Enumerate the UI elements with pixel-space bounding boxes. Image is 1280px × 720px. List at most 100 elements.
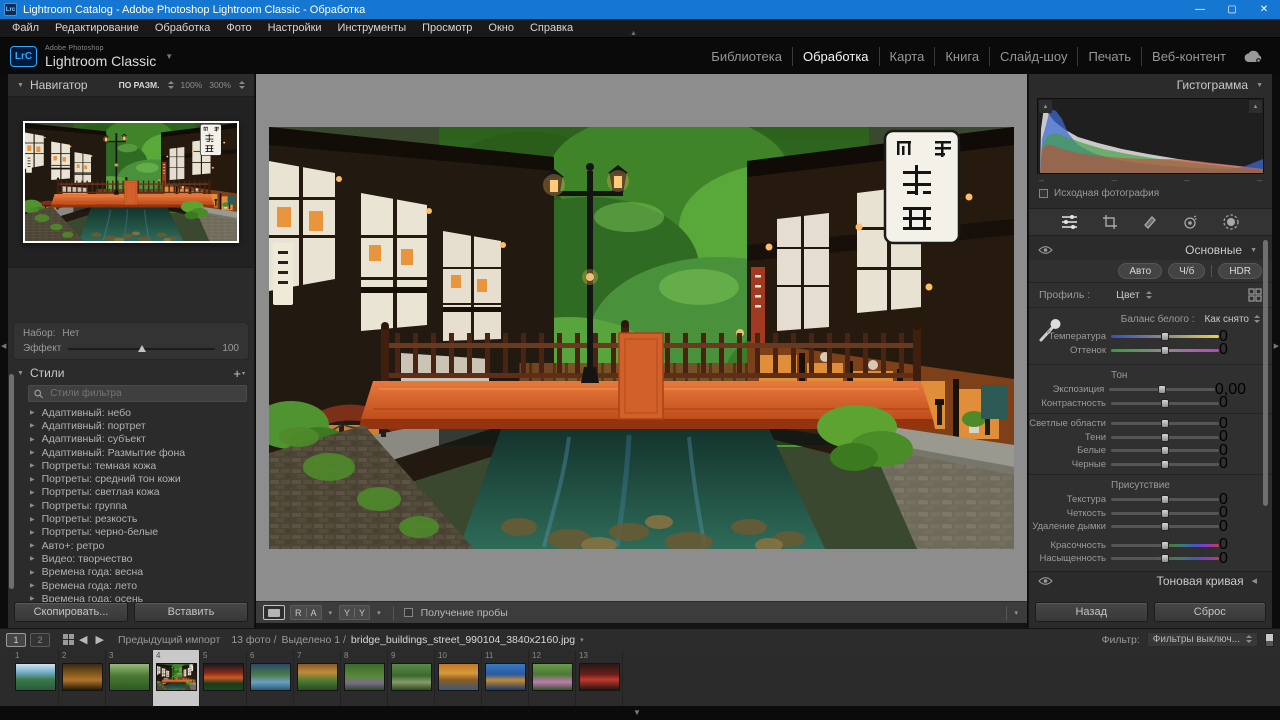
masking-icon[interactable] bbox=[1222, 213, 1240, 231]
loupe-view-button[interactable] bbox=[263, 605, 285, 620]
style-group[interactable]: ▶Адаптивный: портрет bbox=[8, 419, 254, 432]
filmstrip-cell[interactable]: 2 bbox=[59, 650, 106, 706]
tone-curve-header[interactable]: Тоновая кривая ◀ bbox=[1029, 571, 1272, 591]
right-panel-scrollbar[interactable] bbox=[1263, 240, 1268, 506]
slider-thumb[interactable] bbox=[1161, 433, 1169, 442]
slider-thumb[interactable] bbox=[1161, 346, 1169, 355]
photo-thumbnail[interactable] bbox=[297, 663, 338, 691]
left-panel-collapse-icon[interactable]: ◀ bbox=[1, 342, 6, 350]
paste-button[interactable]: Вставить bbox=[134, 602, 248, 622]
saturation-slider[interactable] bbox=[1111, 557, 1219, 560]
right-panel-collapse-icon[interactable]: ▶ bbox=[1274, 342, 1279, 350]
back-button[interactable]: Назад bbox=[1035, 602, 1148, 622]
highlight-clipping-icon[interactable]: ▲ bbox=[1249, 100, 1262, 113]
styles-header[interactable]: ▼ Стили +▾ bbox=[8, 362, 254, 384]
zoom-300-option[interactable]: 300% bbox=[209, 80, 231, 90]
module-slideshow[interactable]: Слайд-шоу bbox=[990, 47, 1078, 66]
slider-thumb[interactable] bbox=[1161, 509, 1169, 518]
photo-thumbnail[interactable] bbox=[156, 663, 197, 691]
reference-view-caret-icon[interactable]: ▾ bbox=[329, 609, 333, 617]
filmstrip-cell-selected[interactable]: 4 bbox=[153, 650, 200, 706]
menu-help[interactable]: Справка bbox=[522, 22, 581, 34]
grid-view-icon[interactable] bbox=[62, 633, 75, 646]
shadow-clipping-icon[interactable]: ▲ bbox=[1039, 100, 1052, 113]
histogram-plot[interactable]: ▲ ▲ bbox=[1037, 98, 1264, 174]
slider-thumb[interactable] bbox=[1161, 399, 1169, 408]
menu-settings[interactable]: Настройки bbox=[260, 22, 330, 34]
styles-filter-input[interactable] bbox=[48, 387, 241, 400]
photo-thumbnail[interactable] bbox=[485, 663, 526, 691]
before-after-button[interactable]: YY bbox=[339, 605, 370, 620]
menu-tools[interactable]: Инструменты bbox=[330, 22, 415, 34]
highlights-slider[interactable] bbox=[1111, 422, 1219, 425]
photo-thumbnail[interactable] bbox=[203, 663, 244, 691]
red-eye-icon[interactable] bbox=[1182, 214, 1198, 230]
exposure-slider[interactable] bbox=[1109, 388, 1215, 391]
previous-photo-icon[interactable]: ◀ bbox=[79, 633, 87, 646]
photo-thumbnail[interactable] bbox=[344, 663, 385, 691]
style-group[interactable]: ▶Авто+: ретро bbox=[8, 539, 254, 552]
filmstrip-cell[interactable]: 11 bbox=[482, 650, 529, 706]
reset-button[interactable]: Сброс bbox=[1154, 602, 1267, 622]
dehaze-slider[interactable] bbox=[1111, 525, 1219, 528]
menu-view[interactable]: Просмотр bbox=[414, 22, 480, 34]
shadows-slider[interactable] bbox=[1111, 436, 1219, 439]
filmstrip-cell[interactable]: 5 bbox=[200, 650, 247, 706]
module-map[interactable]: Карта bbox=[880, 47, 936, 66]
style-group[interactable]: ▶Времена года: лето bbox=[8, 579, 254, 592]
filter-toggle-icon[interactable] bbox=[1265, 633, 1274, 647]
zoom-level-spinner-icon[interactable] bbox=[238, 81, 245, 90]
photo-thumbnail[interactable] bbox=[532, 663, 573, 691]
photo-thumbnail[interactable] bbox=[391, 663, 432, 691]
menu-develop[interactable]: Обработка bbox=[147, 22, 218, 34]
texture-slider[interactable] bbox=[1111, 498, 1219, 501]
panel-toggle-eye-icon[interactable] bbox=[1038, 245, 1053, 255]
photo-thumbnail[interactable] bbox=[62, 663, 103, 691]
main-photo[interactable] bbox=[269, 127, 1014, 549]
left-panel-scrollbar[interactable] bbox=[9, 374, 14, 589]
menu-window[interactable]: Окно bbox=[480, 22, 522, 34]
edit-sliders-icon[interactable] bbox=[1061, 214, 1078, 230]
slider-thumb[interactable] bbox=[1161, 554, 1169, 563]
style-group[interactable]: ▶Портреты: группа bbox=[8, 499, 254, 512]
photo-thumbnail[interactable] bbox=[438, 663, 479, 691]
panel-toggle-eye-icon[interactable] bbox=[1038, 576, 1053, 586]
style-group[interactable]: ▶Портреты: резкость bbox=[8, 512, 254, 525]
maximize-button[interactable]: ▢ bbox=[1216, 0, 1248, 19]
photo-thumbnail[interactable] bbox=[15, 663, 56, 691]
zoom-100-option[interactable]: 100% bbox=[181, 80, 203, 90]
auto-button[interactable]: Авто bbox=[1118, 263, 1162, 279]
crop-icon[interactable] bbox=[1102, 214, 1118, 230]
wb-eyedropper-icon[interactable] bbox=[1039, 316, 1063, 342]
module-print[interactable]: Печать bbox=[1078, 47, 1142, 66]
bw-button[interactable]: Ч/б bbox=[1168, 263, 1205, 279]
module-develop[interactable]: Обработка bbox=[793, 47, 880, 66]
slider-thumb[interactable] bbox=[1161, 332, 1169, 341]
filmstrip-cell[interactable]: 9 bbox=[388, 650, 435, 706]
filmstrip-cell[interactable]: 6 bbox=[247, 650, 294, 706]
clarity-slider[interactable] bbox=[1111, 512, 1219, 515]
slider-thumb[interactable] bbox=[1161, 495, 1169, 504]
filmstrip-cell[interactable]: 13 bbox=[576, 650, 623, 706]
slider-thumb[interactable] bbox=[1161, 541, 1169, 550]
navigator-thumbnail[interactable] bbox=[23, 121, 239, 243]
effect-slider-thumb[interactable] bbox=[138, 345, 146, 352]
filmstrip-cell[interactable]: 12 bbox=[529, 650, 576, 706]
module-book[interactable]: Книга bbox=[935, 47, 990, 66]
style-group[interactable]: ▶Адаптивный: небо bbox=[8, 406, 254, 419]
next-photo-icon[interactable]: ▶ bbox=[95, 633, 103, 646]
minimize-button[interactable]: — bbox=[1184, 0, 1216, 19]
histogram-header[interactable]: Гистограмма ▼ bbox=[1029, 74, 1272, 96]
style-group[interactable]: ▶Адаптивный: Размытие фона bbox=[8, 446, 254, 459]
temperature-slider[interactable] bbox=[1111, 335, 1219, 338]
style-group[interactable]: ▶Адаптивный: субъект bbox=[8, 433, 254, 446]
copy-button[interactable]: Скопировать... bbox=[14, 602, 128, 622]
basic-header[interactable]: Основные ▼ bbox=[1029, 240, 1272, 260]
module-library[interactable]: Библиотека bbox=[701, 47, 793, 66]
toolbar-options-icon[interactable]: ▾ bbox=[1014, 609, 1018, 617]
whites-slider[interactable] bbox=[1111, 449, 1219, 452]
slider-thumb[interactable] bbox=[1161, 446, 1169, 455]
profile-value[interactable]: Цвет bbox=[1116, 289, 1140, 301]
contrast-slider[interactable] bbox=[1111, 402, 1219, 405]
slider-thumb[interactable] bbox=[1158, 385, 1166, 394]
